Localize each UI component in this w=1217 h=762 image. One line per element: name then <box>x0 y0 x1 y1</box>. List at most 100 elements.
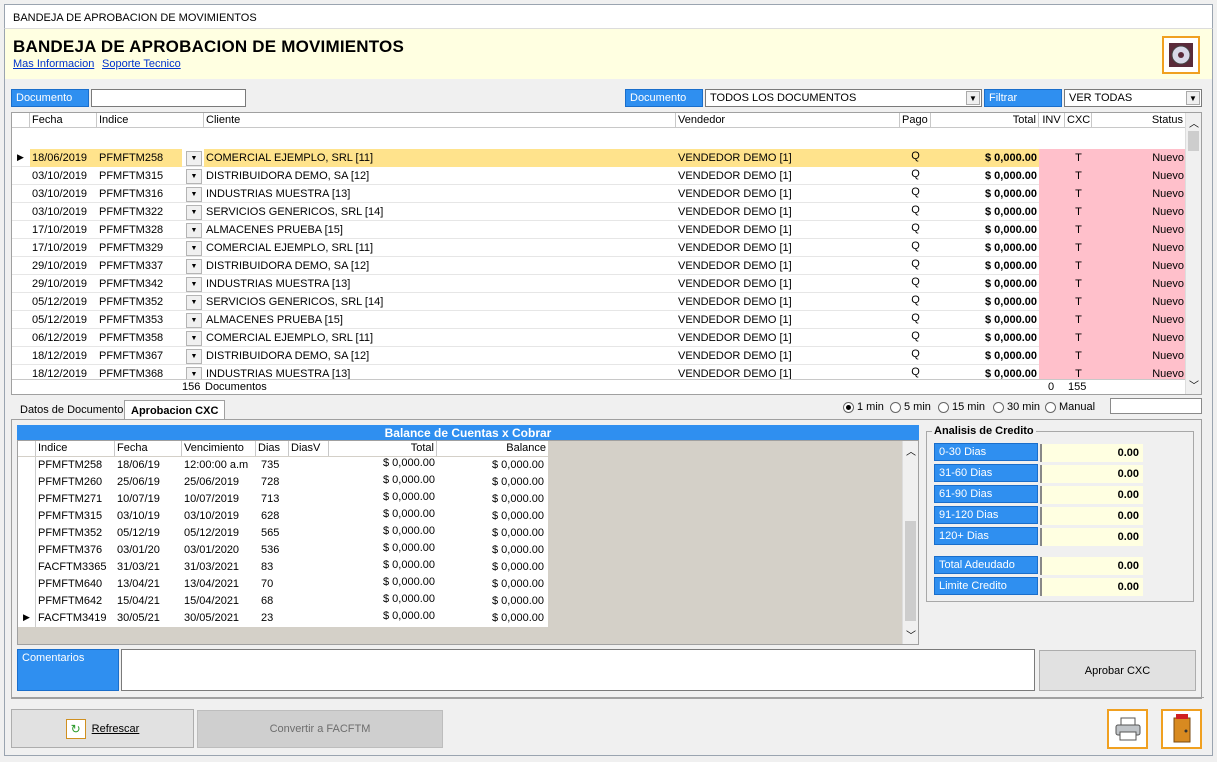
comentarios-input[interactable] <box>121 649 1035 691</box>
tab-datos-documento[interactable]: Datos de Documento <box>14 400 129 420</box>
media-player-icon[interactable] <box>1162 36 1200 74</box>
row-selector[interactable] <box>12 257 30 275</box>
refresh-option[interactable]: Manual <box>1045 401 1095 413</box>
table-row[interactable]: 29/10/2019 PFMFTM337 ▼ DISTRIBUIDORA DEMO, … <box>12 257 1186 275</box>
chevron-down-icon[interactable]: ▼ <box>1186 91 1200 105</box>
col-vendedor[interactable]: Vendedor <box>676 113 900 128</box>
chevron-down-icon[interactable]: ▼ <box>186 169 202 184</box>
grid-scrollbar[interactable]: ︿ ﹀ <box>1185 113 1201 394</box>
refrescar-button[interactable]: ↻ Refrescar <box>11 709 194 748</box>
row-selector[interactable] <box>12 311 30 329</box>
balance-row[interactable]: PFMFTM260 25/06/19 25/06/2019 728 $ 0,000.00… <box>18 474 548 491</box>
balance-row[interactable]: PFMFTM271 10/07/19 10/07/2019 713 $ 0,000.00… <box>18 491 548 508</box>
chevron-up-icon[interactable]: ︿ <box>1189 115 1199 130</box>
more-info-link[interactable]: Mas Informacion <box>13 58 94 70</box>
row-selector[interactable] <box>18 542 36 559</box>
bal-col-fecha[interactable]: Fecha <box>115 441 182 456</box>
chevron-down-icon[interactable]: ▼ <box>186 205 202 220</box>
radio-icon[interactable] <box>993 401 1004 413</box>
balance-row[interactable]: ▶ FACFTM3419 30/05/21 30/05/2021 23 $ 0,000.0… <box>18 610 548 627</box>
bal-col-dias[interactable]: Dias <box>256 441 289 456</box>
row-selector[interactable] <box>12 221 30 239</box>
table-row[interactable]: 03/10/2019 PFMFTM322 ▼ SERVICIOS GENERICOS,… <box>12 203 1186 221</box>
tab-aprobacion-cxc[interactable]: Aprobacion CXC <box>124 400 226 420</box>
table-row[interactable]: 03/10/2019 PFMFTM315 ▼ DISTRIBUIDORA DEMO, … <box>12 167 1186 185</box>
bal-col-diasv[interactable]: DiasV <box>289 441 329 456</box>
col-cliente[interactable]: Cliente <box>204 113 676 128</box>
balance-row[interactable]: FACFTM3365 31/03/21 31/03/2021 83 $ 0,000.00… <box>18 559 548 576</box>
radio-icon[interactable] <box>890 401 901 413</box>
bal-col-total[interactable]: Total <box>329 441 437 456</box>
table-row[interactable]: 05/12/2019 PFMFTM353 ▼ ALMACENES PRUEBA [15… <box>12 311 1186 329</box>
row-selector[interactable] <box>12 203 30 221</box>
balance-row[interactable]: PFMFTM258 18/06/19 12:00:00 a.m 735 $ 0,000.… <box>18 457 548 474</box>
chevron-down-icon[interactable]: ▼ <box>186 277 202 292</box>
row-pointer-icon[interactable]: ▶ <box>18 610 36 627</box>
chevron-down-icon[interactable]: ▼ <box>186 223 202 238</box>
row-selector[interactable] <box>12 239 30 257</box>
scroll-thumb[interactable] <box>905 521 916 621</box>
table-row[interactable]: ▶ 18/06/2019 PFMFTM258 ▼ COMERCIAL EJEMPLO, … <box>12 149 1186 167</box>
table-row[interactable]: 06/12/2019 PFMFTM358 ▼ COMERCIAL EJEMPLO, S… <box>12 329 1186 347</box>
row-selector[interactable] <box>18 491 36 508</box>
row-selector[interactable] <box>18 474 36 491</box>
row-selector[interactable] <box>12 293 30 311</box>
exit-door-icon[interactable] <box>1161 709 1202 749</box>
chevron-down-icon[interactable]: ▼ <box>186 187 202 202</box>
table-row[interactable]: 03/10/2019 PFMFTM316 ▼ INDUSTRIAS MUESTRA [… <box>12 185 1186 203</box>
convertir-facftm-button[interactable]: Convertir a FACFTM <box>197 710 443 748</box>
balance-scrollbar[interactable]: ︿ ﹀ <box>902 441 918 644</box>
chevron-up-icon[interactable]: ︿ <box>906 443 916 458</box>
chevron-down-icon[interactable]: ﹀ <box>906 627 916 642</box>
col-cxc[interactable]: CXC <box>1065 113 1092 128</box>
row-selector[interactable] <box>18 525 36 542</box>
document-search-input[interactable] <box>91 89 246 107</box>
balance-grid[interactable]: Indice Fecha Vencimiento Dias DiasV Tota… <box>17 440 919 645</box>
scroll-thumb[interactable] <box>1188 131 1199 151</box>
chevron-down-icon[interactable]: ▼ <box>186 349 202 364</box>
col-status[interactable]: Status <box>1092 113 1186 128</box>
table-row[interactable]: 17/10/2019 PFMFTM329 ▼ COMERCIAL EJEMPLO, S… <box>12 239 1186 257</box>
balance-row[interactable]: PFMFTM640 13/04/21 13/04/2021 70 $ 0,000.00 $… <box>18 576 548 593</box>
chevron-down-icon[interactable]: ▼ <box>186 241 202 256</box>
row-selector[interactable] <box>12 275 30 293</box>
table-row[interactable]: 17/10/2019 PFMFTM328 ▼ ALMACENES PRUEBA [15… <box>12 221 1186 239</box>
row-selector[interactable] <box>12 329 30 347</box>
aprobar-cxc-button[interactable]: Aprobar CXC <box>1039 650 1196 691</box>
filter-select[interactable]: VER TODAS ▼ <box>1064 89 1202 107</box>
chevron-down-icon[interactable]: ▼ <box>966 91 980 105</box>
col-pago[interactable]: Pago <box>900 113 931 128</box>
printer-icon[interactable] <box>1107 709 1148 749</box>
row-selector[interactable] <box>12 167 30 185</box>
row-selector[interactable] <box>18 559 36 576</box>
col-inv[interactable]: INV <box>1039 113 1065 128</box>
refresh-option[interactable]: 5 min <box>890 401 931 413</box>
chevron-down-icon[interactable]: ▼ <box>186 151 202 166</box>
radio-icon[interactable] <box>843 401 854 413</box>
support-link[interactable]: Soporte Tecnico <box>102 58 181 70</box>
refresh-option[interactable]: 1 min <box>843 401 884 413</box>
balance-row[interactable]: PFMFTM642 15/04/21 15/04/2021 68 $ 0,000.00 $… <box>18 593 548 610</box>
chevron-down-icon[interactable]: ▼ <box>186 313 202 328</box>
row-pointer-icon[interactable]: ▶ <box>12 149 30 167</box>
bal-col-vencimiento[interactable]: Vencimiento <box>182 441 256 456</box>
row-selector[interactable] <box>12 347 30 365</box>
refresh-option[interactable]: 30 min <box>993 401 1040 413</box>
row-selector[interactable] <box>18 457 36 474</box>
balance-row[interactable]: PFMFTM352 05/12/19 05/12/2019 565 $ 0,000.00… <box>18 525 548 542</box>
balance-row[interactable]: PFMFTM376 03/01/20 03/01/2020 536 $ 0,000.00… <box>18 542 548 559</box>
row-selector[interactable] <box>12 185 30 203</box>
row-selector[interactable] <box>18 593 36 610</box>
documents-grid[interactable]: Fecha Indice Cliente Vendedor Pago Total… <box>11 112 1202 395</box>
document-type-select[interactable]: TODOS LOS DOCUMENTOS ▼ <box>705 89 982 107</box>
table-row[interactable]: 05/12/2019 PFMFTM352 ▼ SERVICIOS GENERICOS,… <box>12 293 1186 311</box>
chevron-down-icon[interactable]: ▼ <box>186 295 202 310</box>
balance-row[interactable]: PFMFTM315 03/10/19 03/10/2019 628 $ 0,000.00… <box>18 508 548 525</box>
bal-col-indice[interactable]: Indice <box>36 441 115 456</box>
chevron-down-icon[interactable]: ﹀ <box>1189 377 1199 392</box>
table-row[interactable]: 29/10/2019 PFMFTM342 ▼ INDUSTRIAS MUESTRA [… <box>12 275 1186 293</box>
table-row[interactable]: 18/12/2019 PFMFTM367 ▼ DISTRIBUIDORA DEMO, … <box>12 347 1186 365</box>
col-indice[interactable]: Indice <box>97 113 204 128</box>
radio-icon[interactable] <box>938 401 949 413</box>
col-fecha[interactable]: Fecha <box>30 113 97 128</box>
